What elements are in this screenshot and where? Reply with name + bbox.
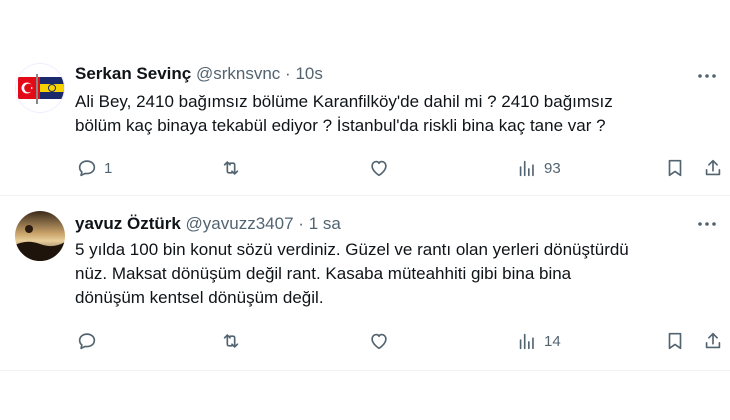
reply-button[interactable] xyxy=(76,329,104,353)
flag-avatar-icon xyxy=(16,64,64,112)
view-count: 14 xyxy=(544,332,561,350)
bookmark-button[interactable] xyxy=(664,329,686,353)
tweet-card[interactable]: yavuz Öztürk @yavuzz3407 · 1 sa 5 yılda … xyxy=(0,196,730,371)
sunset-avatar-icon xyxy=(15,211,65,261)
tweet-text: 5 yılda 100 bin konut sözü verdiniz. Güz… xyxy=(75,240,629,307)
share-button[interactable] xyxy=(702,329,724,353)
avatar[interactable] xyxy=(15,63,65,113)
reply-icon xyxy=(78,333,96,350)
analytics-icon xyxy=(519,333,534,350)
views-button[interactable]: 93 xyxy=(516,156,561,180)
share-icon xyxy=(705,332,721,349)
reply-count: 1 xyxy=(104,159,113,177)
separator: · xyxy=(285,64,291,83)
tweet-text: Ali Bey, 2410 bağımsız bölüme Karanfilkö… xyxy=(75,92,613,135)
reply-button[interactable]: 1 xyxy=(76,156,112,180)
bookmark-icon xyxy=(668,159,682,177)
timestamp[interactable]: 1 sa xyxy=(309,214,341,233)
retweet-button[interactable] xyxy=(220,156,248,180)
bookmark-icon xyxy=(668,332,682,350)
view-count: 93 xyxy=(544,159,561,177)
tweet-card[interactable]: Serkan Sevinç @srknsvnc · 10s Ali Bey, 2… xyxy=(0,48,730,196)
tweet-actions: 14 xyxy=(68,329,730,353)
tweet-actions: 1 93 xyxy=(68,156,730,180)
heart-icon xyxy=(371,333,387,350)
bookmark-button[interactable] xyxy=(664,156,686,180)
share-icon xyxy=(705,159,721,176)
tweet-header: yavuz Öztürk @yavuzz3407 · 1 sa xyxy=(75,214,341,234)
analytics-icon xyxy=(519,160,534,177)
separator: · xyxy=(298,214,304,233)
author-name[interactable]: Serkan Sevinç xyxy=(75,64,191,83)
heart-icon xyxy=(371,160,387,177)
more-options-icon[interactable] xyxy=(696,216,718,226)
timestamp[interactable]: 10s xyxy=(295,64,322,83)
like-button[interactable] xyxy=(368,329,396,353)
reply-icon xyxy=(78,160,96,177)
author-handle[interactable]: @srknsvnc xyxy=(196,64,280,83)
retweet-button[interactable] xyxy=(220,329,248,353)
more-options-icon[interactable] xyxy=(696,68,718,78)
retweet-icon xyxy=(223,334,239,348)
avatar[interactable] xyxy=(15,211,65,261)
like-button[interactable] xyxy=(368,156,396,180)
author-handle[interactable]: @yavuzz3407 xyxy=(186,214,294,233)
top-spacer xyxy=(0,0,730,48)
tweet-header: Serkan Sevinç @srknsvnc · 10s xyxy=(75,64,323,84)
author-name[interactable]: yavuz Öztürk xyxy=(75,214,181,233)
retweet-icon xyxy=(223,161,239,175)
views-button[interactable]: 14 xyxy=(516,329,561,353)
share-button[interactable] xyxy=(702,156,724,180)
